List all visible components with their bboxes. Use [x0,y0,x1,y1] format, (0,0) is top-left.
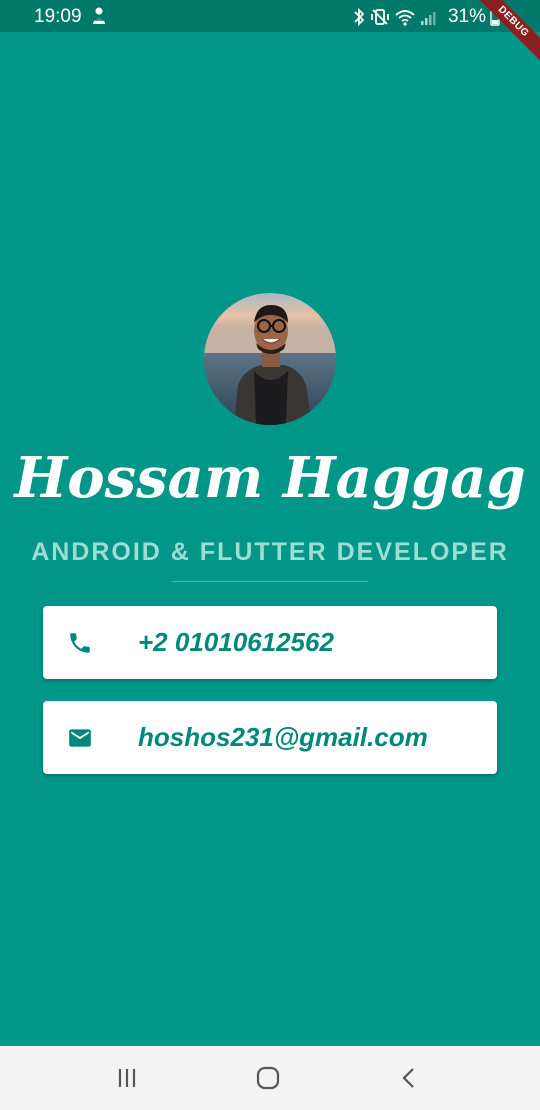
avatar [204,293,336,425]
phone-number: +2 01010612562 [138,627,334,657]
notification-icon [90,6,108,26]
home-icon[interactable] [253,1063,283,1093]
battery-percent: 31% [447,6,486,27]
status-icons: 31% [352,6,500,28]
vibrate-icon [370,7,390,27]
back-icon[interactable] [394,1063,424,1093]
phone-icon [67,630,93,656]
navigation-bar [0,1046,540,1110]
battery-icon [490,7,500,27]
status-bar: 19:09 31% [0,0,540,32]
profile-title: ANDROID & FLUTTER DEVELOPER [31,538,509,566]
profile-name: Hossam Haggag [14,445,526,511]
divider [172,581,368,582]
phone-card[interactable]: +2 01010612562 [43,606,497,679]
email-icon [67,725,93,751]
status-time: 19:09 [34,6,82,27]
email-address: hoshos231@gmail.com [138,722,428,752]
wifi-icon [394,7,416,27]
signal-icon [420,7,438,27]
recents-icon[interactable] [112,1063,142,1093]
email-card[interactable]: hoshos231@gmail.com [43,701,497,774]
bluetooth-icon [352,7,366,27]
